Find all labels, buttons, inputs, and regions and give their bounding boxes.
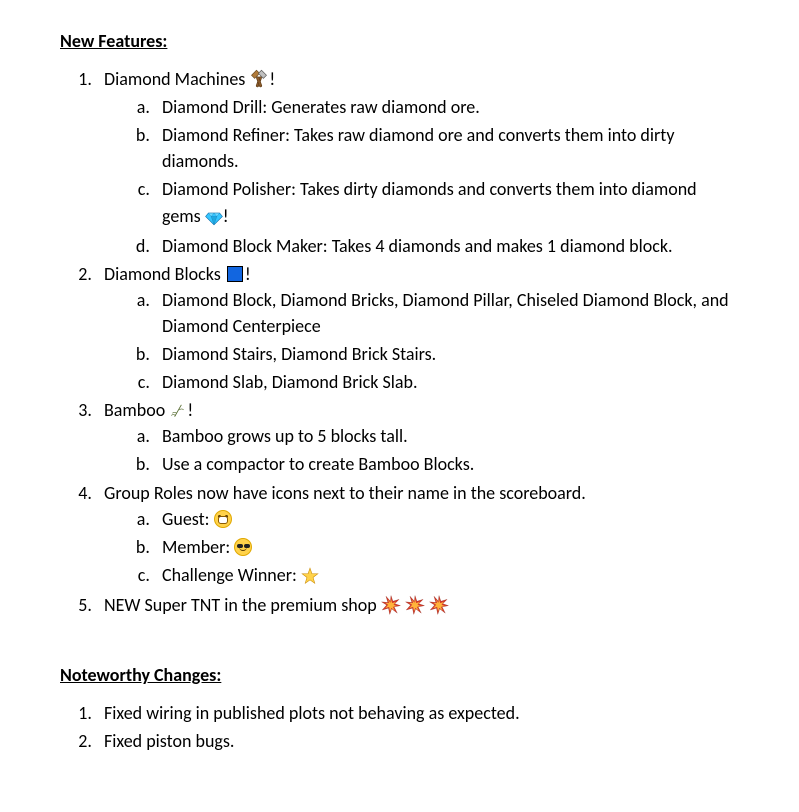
list-item: Bamboo ! Bamboo grows up to 5 blocks tal… bbox=[96, 397, 739, 477]
sub-item-text: Use a compactor to create Bamboo Blocks. bbox=[162, 453, 474, 475]
sub-item-text: Diamond Drill: Generates raw diamond ore… bbox=[162, 96, 480, 118]
list-item: Diamond Stairs, Diamond Brick Stairs. bbox=[154, 341, 739, 367]
list-item: Challenge Winner: bbox=[154, 562, 739, 590]
list-item: Fixed piston bugs. bbox=[96, 728, 739, 754]
face-grin-icon bbox=[214, 510, 232, 528]
item-suffix: ! bbox=[187, 399, 193, 421]
list-item: Fixed wiring in published plots not beha… bbox=[96, 700, 739, 726]
list-item: Group Roles now have icons next to their… bbox=[96, 480, 739, 590]
gem-icon bbox=[205, 205, 223, 231]
list-item: Diamond Block, Diamond Bricks, Diamond P… bbox=[154, 287, 739, 339]
item-text: Diamond Blocks bbox=[104, 263, 225, 285]
list-item: Member: bbox=[154, 534, 739, 560]
list-item: Bamboo grows up to 5 blocks tall. bbox=[154, 423, 739, 449]
sub-item-text: Guest: bbox=[162, 508, 214, 530]
sub-item-text: Diamond Stairs, Diamond Brick Stairs. bbox=[162, 343, 436, 365]
list-item: Diamond Refiner: Takes raw diamond ore a… bbox=[154, 122, 739, 174]
list-item: Guest: bbox=[154, 506, 739, 532]
list-item: Diamond Blocks ! Diamond Block, Diamond … bbox=[96, 261, 739, 395]
boom-icon bbox=[429, 594, 449, 620]
list-item: Diamond Block Maker: Takes 4 diamonds an… bbox=[154, 233, 739, 259]
item-text: Fixed piston bugs. bbox=[104, 730, 234, 752]
list-item: NEW Super TNT in the premium shop bbox=[96, 592, 739, 620]
item-text: Bamboo bbox=[104, 399, 169, 421]
star-icon bbox=[301, 564, 319, 590]
section-header-new-features: New Features: bbox=[60, 28, 739, 54]
sub-item-text: Diamond Block Maker: Takes 4 diamonds an… bbox=[162, 235, 673, 257]
sub-item-text: Diamond Polisher: Takes dirty diamonds a… bbox=[162, 178, 697, 226]
sub-item-suffix: ! bbox=[223, 205, 229, 227]
list-item: Diamond Machines ! Diamond Drill: Genera… bbox=[96, 66, 739, 259]
sub-item-text: Diamond Refiner: Takes raw diamond ore a… bbox=[162, 124, 674, 172]
sub-item-text: Bamboo grows up to 5 blocks tall. bbox=[162, 425, 408, 447]
item-suffix: ! bbox=[269, 68, 275, 90]
item-text: Group Roles now have icons next to their… bbox=[104, 482, 586, 504]
sublist: Bamboo grows up to 5 blocks tall. Use a … bbox=[132, 423, 739, 477]
face-shades-icon bbox=[234, 538, 252, 556]
sub-item-text: Diamond Block, Diamond Bricks, Diamond P… bbox=[162, 289, 729, 337]
sublist: Diamond Drill: Generates raw diamond ore… bbox=[132, 94, 739, 259]
new-features-list: Diamond Machines ! Diamond Drill: Genera… bbox=[74, 66, 739, 620]
blue-square-icon bbox=[227, 266, 243, 282]
list-item: Diamond Drill: Generates raw diamond ore… bbox=[154, 94, 739, 120]
boom-icon bbox=[381, 594, 401, 620]
item-suffix: ! bbox=[245, 263, 251, 285]
list-item: Use a compactor to create Bamboo Blocks. bbox=[154, 451, 739, 477]
sublist: Diamond Block, Diamond Bricks, Diamond P… bbox=[132, 287, 739, 395]
section-header-noteworthy-changes: Noteworthy Changes: bbox=[60, 662, 739, 688]
sub-item-text: Member: bbox=[162, 536, 234, 558]
item-text: NEW Super TNT in the premium shop bbox=[104, 594, 381, 616]
bamboo-icon bbox=[169, 399, 187, 417]
document-page: New Features: Diamond Machines ! Diamond… bbox=[0, 0, 799, 786]
list-item: Diamond Polisher: Takes dirty diamonds a… bbox=[154, 176, 739, 230]
hammer-pick-icon bbox=[249, 68, 269, 94]
sub-item-text: Diamond Slab, Diamond Brick Slab. bbox=[162, 371, 418, 393]
sublist: Guest: Member: Challenge Winner: bbox=[132, 506, 739, 590]
boom-icon bbox=[405, 594, 425, 620]
list-item: Diamond Slab, Diamond Brick Slab. bbox=[154, 369, 739, 395]
sub-item-text: Challenge Winner: bbox=[162, 564, 301, 586]
item-text: Diamond Machines bbox=[104, 68, 249, 90]
noteworthy-changes-list: Fixed wiring in published plots not beha… bbox=[74, 700, 739, 754]
item-text: Fixed wiring in published plots not beha… bbox=[104, 702, 520, 724]
